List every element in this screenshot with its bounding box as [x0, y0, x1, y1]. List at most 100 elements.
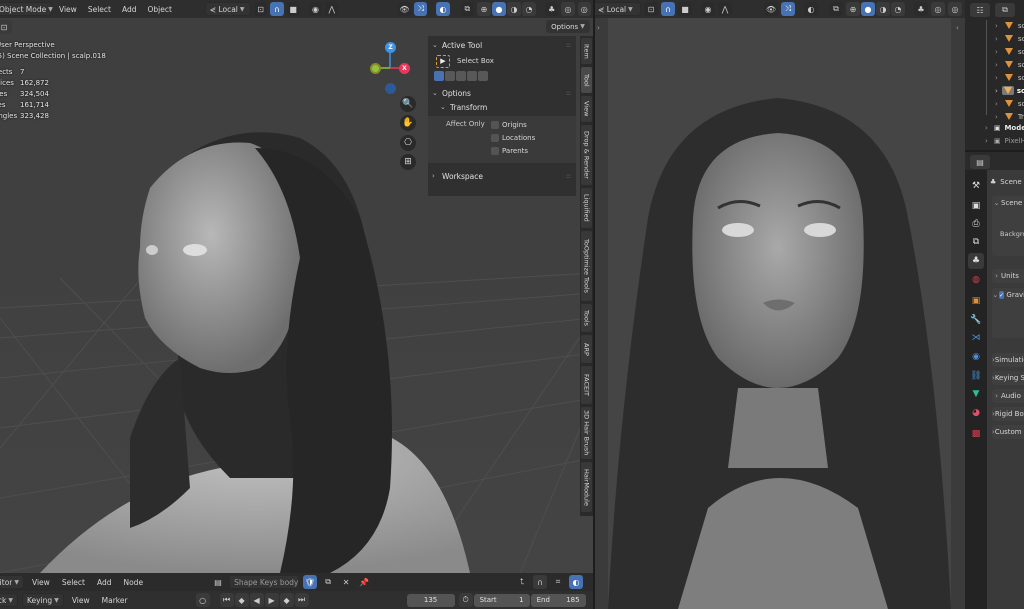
view-layer-tab-icon[interactable]: ⧉ [968, 234, 984, 250]
outliner-item[interactable]: › Tr [995, 111, 1024, 122]
node-menu-node[interactable]: Node [119, 575, 147, 589]
play-reverse-icon[interactable]: ◀ [249, 593, 264, 607]
world-tab-icon[interactable]: ◍ [968, 272, 984, 288]
snap-icon[interactable]: ∩ [270, 2, 284, 16]
right-snap-icon[interactable]: ∩ [661, 2, 675, 16]
custom-properties-section[interactable]: ›Custom Properties [992, 425, 1024, 439]
shape-keys-field[interactable]: Shape Keys body [229, 575, 300, 589]
right-camera-lock-icon[interactable]: ◎ [948, 2, 962, 16]
play-icon[interactable]: ▶ [264, 593, 279, 607]
camera-view-scene[interactable] [608, 18, 951, 609]
editor-type-dropdown[interactable]: Shader Editor▼ [0, 575, 24, 589]
node-menu-add[interactable]: Add [93, 575, 116, 589]
pan-view-icon[interactable]: ✋ [400, 115, 416, 131]
outliner-item[interactable]: ›scalp [995, 33, 1024, 44]
gravity-checkbox[interactable]: ✓ [998, 291, 1005, 299]
outliner-item[interactable]: ›scalp [995, 20, 1024, 31]
tab-arp[interactable]: ARP [581, 335, 592, 363]
right-transform-orientation-dropdown[interactable]: ⋞ Local ▼ [595, 2, 641, 16]
right-solid-shading-icon[interactable]: ● [861, 2, 875, 16]
navigation-gizmo[interactable]: Z X [366, 40, 416, 96]
falloff-icon[interactable]: ⋀ [325, 2, 339, 16]
menu-view[interactable]: View [55, 2, 81, 16]
right-material-shading-icon[interactable]: ◑ [876, 2, 890, 16]
playback-dropdown[interactable]: Playback▼ [0, 593, 18, 607]
active-tool-header[interactable]: ⌄ Active Tool:::: [428, 38, 576, 52]
tab-tools[interactable]: Tools [581, 304, 592, 332]
jump-end-icon[interactable]: ⏭ [294, 593, 309, 607]
right-rendered-shading-icon[interactable]: ◔ [891, 2, 905, 16]
camera-lock-icon[interactable]: ◎ [577, 2, 591, 16]
viewport-right[interactable]: ⋞ Local ▼ ⊡ ∩ ■ ◉ ⋀ 👁 ⤨ ◐ ⧉ ⊕ ● ◑ ◔ ♣ ◎ ◎ [595, 0, 965, 609]
fake-user-icon[interactable]: 🛡 [303, 575, 318, 589]
right-render-region-icon[interactable]: ◎ [931, 2, 945, 16]
modifier-tab-icon[interactable]: 🔧 [968, 312, 984, 328]
outliner-collection[interactable]: ›▣Model [985, 122, 1024, 133]
menu-add[interactable]: Add [118, 2, 141, 16]
units-section[interactable]: › Units [992, 269, 1024, 283]
wireframe-shading-icon[interactable]: ⊕ [477, 2, 491, 16]
right-scene-icon[interactable]: ♣ [914, 2, 928, 16]
scene-section-header[interactable]: ⌄ Scene [992, 196, 1024, 210]
menu-object[interactable]: Object [143, 2, 175, 16]
gizmo-z-axis[interactable]: Z [385, 42, 396, 53]
tab-drop-render[interactable]: Drop & Render [581, 125, 592, 185]
stopwatch-icon[interactable]: ⏱ [458, 593, 473, 607]
render-region-icon[interactable]: ◎ [561, 2, 575, 16]
mode-invert-icon[interactable] [467, 71, 477, 81]
texture-tab-icon[interactable]: ▩ [968, 426, 984, 442]
right-collapse-arrow[interactable]: ‹ [956, 24, 959, 32]
options-button[interactable]: Options ▼ [546, 20, 590, 33]
material-shading-icon[interactable]: ◑ [507, 2, 521, 16]
tab-faceit[interactable]: FACEIT [581, 366, 592, 404]
tool-tab-icon[interactable]: ⚒ [968, 178, 984, 194]
viewport-left[interactable]: Object Mode ▼ View Select Add Object ⋞ Lo… [0, 0, 593, 573]
options-header[interactable]: ⌄ Options:::: [428, 86, 576, 100]
snap-target-icon[interactable]: ■ [286, 2, 300, 16]
prev-keyframe-icon[interactable]: ◆ [234, 593, 249, 607]
left-collapse-arrow[interactable]: › [597, 24, 600, 32]
properties-editor-type-icon[interactable]: ▤ [970, 155, 990, 169]
drag-handle-icon[interactable]: :::: [566, 42, 571, 49]
right-pivot-point-icon[interactable]: ⊡ [644, 2, 658, 16]
end-frame-field[interactable]: End 185 [530, 593, 586, 607]
right-overlay-toggle-icon[interactable]: ◐ [804, 2, 818, 16]
data-tab-icon[interactable]: ▼ [968, 386, 984, 402]
render-tab-icon[interactable]: ▣ [968, 198, 984, 214]
keying-dropdown[interactable]: Keying ▼ [22, 593, 64, 607]
gizmo-toggle-icon[interactable]: ⤨ [414, 2, 428, 16]
rigid-body-world-section[interactable]: ›Rigid Body World [992, 407, 1024, 421]
outliner-item[interactable]: ›scalp [995, 98, 1024, 109]
keying-sets-section[interactable]: ›Keying Sets [992, 371, 1024, 385]
transform-orientation-dropdown[interactable]: ⋞ Local ▼ [204, 2, 251, 16]
scene-tab-icon[interactable]: ♣ [968, 253, 984, 269]
right-xray-icon[interactable]: ⧉ [829, 2, 843, 16]
right-gizmo-toggle-icon[interactable]: ⤨ [781, 2, 795, 16]
gizmo-y-neg-axis[interactable] [370, 63, 381, 74]
mode-dropdown[interactable]: Object Mode ▼ [0, 2, 53, 16]
timeline-menu-marker[interactable]: Marker [98, 593, 132, 607]
drag-handle-icon[interactable]: :::: [566, 173, 571, 180]
transform-header[interactable]: ⌄ Transform [428, 100, 576, 114]
jump-start-icon[interactable]: ⏮ [219, 593, 234, 607]
checkbox-origins[interactable]: Origins [491, 118, 535, 131]
tab-tool[interactable]: Tool [581, 67, 592, 93]
parent-node-icon[interactable]: ⮤ [515, 575, 529, 589]
camera-view-icon[interactable]: ⎔ [400, 135, 416, 151]
mode-set-icon[interactable] [434, 71, 444, 81]
pin-icon[interactable]: 📌 [357, 575, 371, 589]
tab-liquified[interactable]: Liquified [581, 188, 592, 228]
menu-select[interactable]: Select [84, 2, 115, 16]
checkbox-locations[interactable]: Locations [491, 131, 535, 144]
mode-subtract-icon[interactable] [456, 71, 466, 81]
mode-intersect-icon[interactable] [478, 71, 488, 81]
rendered-shading-icon[interactable]: ◔ [522, 2, 536, 16]
zoom-view-icon[interactable]: 🔍 [400, 96, 416, 112]
gizmo-x-axis[interactable]: X [399, 63, 410, 74]
drag-handle-icon[interactable]: :::: [566, 90, 571, 97]
visibility-icon[interactable]: 👁 [397, 2, 412, 16]
node-menu-select[interactable]: Select [58, 575, 89, 589]
toolbar-toggle-icon[interactable]: ⊡ [0, 20, 12, 34]
outliner-item-selected[interactable]: ›scalp.018 [995, 85, 1024, 96]
scene-icon[interactable]: ♣ [545, 2, 559, 16]
